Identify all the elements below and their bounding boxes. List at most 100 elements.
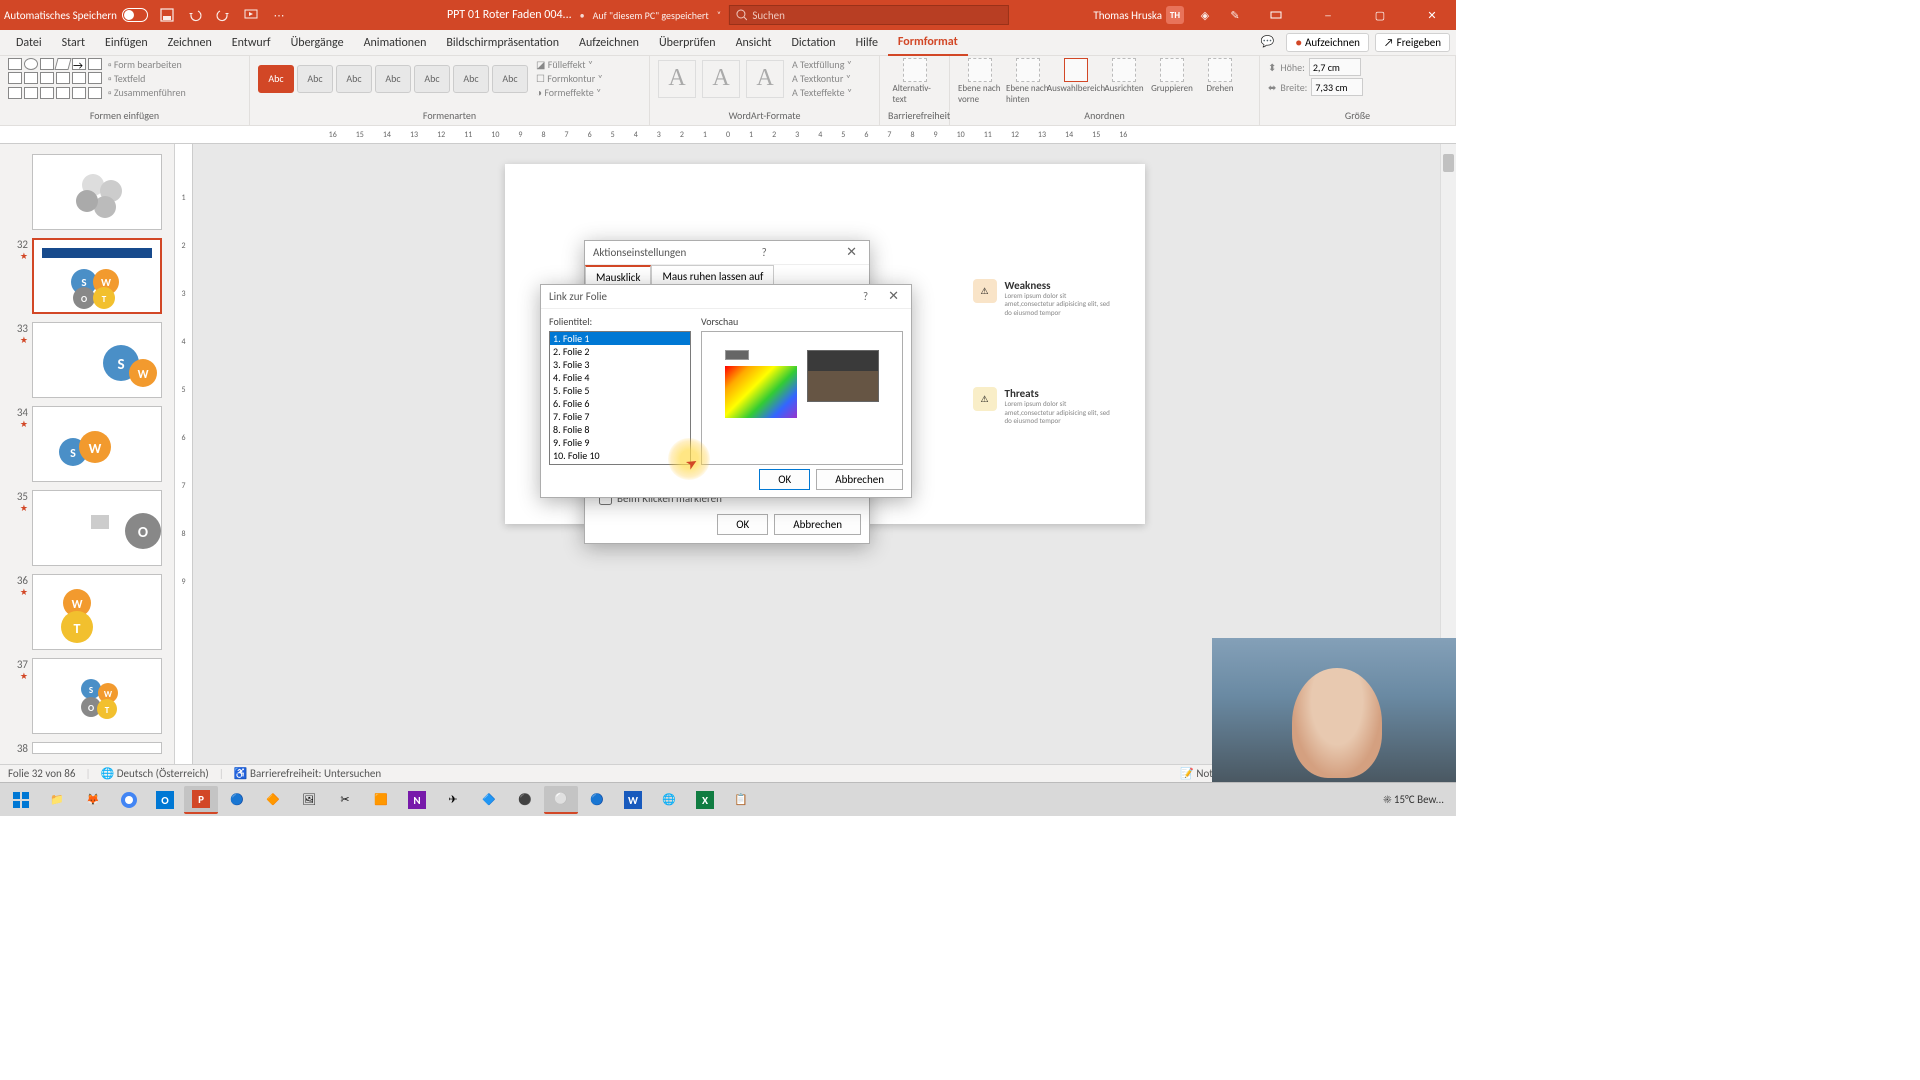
send-backward[interactable]: Ebene nach hinten	[1006, 58, 1050, 105]
onenote-icon[interactable]: N	[400, 786, 434, 814]
shapes-gallery[interactable]: →	[8, 58, 102, 99]
app-icon[interactable]: 🔵	[580, 786, 614, 814]
thumbnail-panel[interactable]: 32★SWOT 33★SW 34★SW 35★O 36★WT 37★SWOT 3…	[0, 144, 175, 764]
share-button[interactable]: ↗Freigeben	[1375, 33, 1450, 52]
thumbnail[interactable]: 37★SWOT	[0, 654, 174, 738]
accessibility-status[interactable]: ♿ Barrierefreiheit: Untersuchen	[234, 767, 381, 780]
thumbnail[interactable]: 32★SWOT	[0, 234, 174, 318]
outlook-icon[interactable]: O	[148, 786, 182, 814]
snip-icon[interactable]: ✂	[328, 786, 362, 814]
tab-entwurf[interactable]: Entwurf	[222, 30, 281, 56]
shape-fill[interactable]: ◪ Fülleffekt ˅	[536, 58, 603, 71]
tab-animationen[interactable]: Animationen	[354, 30, 437, 56]
alt-text-button[interactable]: Alternativ-text	[893, 58, 937, 105]
weather-widget[interactable]: ☀ 15°C Bew...	[1383, 793, 1444, 806]
dialog-help-icon[interactable]: ?	[857, 290, 874, 303]
word-icon[interactable]: W	[616, 786, 650, 814]
app-icon[interactable]: ⚫	[508, 786, 542, 814]
link-ok-button[interactable]: OK	[759, 469, 810, 490]
align-button[interactable]: Ausrichten	[1102, 58, 1146, 105]
thumbnail[interactable]: 34★SW	[0, 402, 174, 486]
list-item[interactable]: 11. Folie 11	[550, 462, 690, 465]
telegram-icon[interactable]: ✈	[436, 786, 470, 814]
dialog-close-icon[interactable]: ✕	[842, 245, 861, 260]
coming-soon-icon[interactable]: ◈	[1196, 6, 1214, 24]
thumbnail[interactable]: 35★O	[0, 486, 174, 570]
photos-icon[interactable]: 🖼	[292, 786, 326, 814]
height-input[interactable]	[1309, 58, 1361, 76]
list-item[interactable]: 10. Folie 10	[550, 449, 690, 462]
language-status[interactable]: 🌐 Deutsch (Österreich)	[101, 767, 209, 780]
list-item[interactable]: 8. Folie 8	[550, 423, 690, 436]
thumbnail[interactable]	[0, 150, 174, 234]
undo-icon[interactable]	[186, 6, 204, 24]
vlc-icon[interactable]: 🔶	[256, 786, 290, 814]
actions-ok-button[interactable]: OK	[717, 514, 768, 535]
tab-aufzeichnen[interactable]: Aufzeichnen	[569, 30, 649, 56]
list-item[interactable]: 7. Folie 7	[550, 410, 690, 423]
more-icon[interactable]: ⋯	[270, 6, 288, 24]
list-item[interactable]: 5. Folie 5	[550, 384, 690, 397]
tab-dictation[interactable]: Dictation	[782, 30, 846, 56]
tab-ansicht[interactable]: Ansicht	[726, 30, 782, 56]
slide-list[interactable]: 1. Folie 1 2. Folie 2 3. Folie 3 4. Foli…	[549, 331, 691, 465]
tab-hilfe[interactable]: Hilfe	[846, 30, 888, 56]
explorer-icon[interactable]: 📁	[40, 786, 74, 814]
close-icon[interactable]: ✕	[1412, 0, 1452, 30]
app-icon[interactable]: 📋	[724, 786, 758, 814]
user-account[interactable]: Thomas Hruska TH	[1093, 6, 1184, 24]
maximize-icon[interactable]: ▢	[1360, 0, 1400, 30]
powerpoint-icon[interactable]: P	[184, 786, 218, 814]
minimize-icon[interactable]: ─	[1308, 0, 1348, 30]
draw-icon[interactable]: ✎	[1226, 6, 1244, 24]
slide-position[interactable]: Folie 32 von 86	[8, 767, 75, 780]
list-item[interactable]: 1. Folie 1	[550, 332, 690, 345]
dialog-help-icon[interactable]: ?	[756, 246, 773, 259]
tab-start[interactable]: Start	[52, 30, 95, 56]
bring-forward[interactable]: Ebene nach vorne	[958, 58, 1002, 105]
firefox-icon[interactable]: 🦊	[76, 786, 110, 814]
autosave-toggle[interactable]: Automatisches Speichern	[4, 8, 148, 22]
edge-icon[interactable]: 🌐	[652, 786, 686, 814]
merge-shapes[interactable]: ▫ Zusammenführen	[108, 86, 186, 99]
ribbon-options-icon[interactable]	[1256, 0, 1296, 30]
width-input[interactable]	[1311, 78, 1363, 96]
save-icon[interactable]	[158, 6, 176, 24]
app-icon[interactable]: 🟧	[364, 786, 398, 814]
shape-effects[interactable]: ◑ Formeffekte ˅	[536, 86, 603, 99]
shape-styles-gallery[interactable]: Abc Abc Abc Abc Abc Abc Abc	[258, 65, 528, 93]
list-item[interactable]: 6. Folie 6	[550, 397, 690, 410]
text-effects[interactable]: A Texteffekte ˅	[792, 86, 852, 99]
list-item[interactable]: 9. Folie 9	[550, 436, 690, 449]
list-item[interactable]: 3. Folie 3	[550, 358, 690, 371]
group-button[interactable]: Gruppieren	[1150, 58, 1194, 105]
edit-shape[interactable]: ▫ Form bearbeiten	[108, 58, 186, 71]
slideshow-icon[interactable]	[242, 6, 260, 24]
obs-icon[interactable]: ⚪	[544, 786, 578, 814]
redo-icon[interactable]	[214, 6, 232, 24]
tab-bildschirm[interactable]: Bildschirmpräsentation	[436, 30, 569, 56]
list-item[interactable]: 2. Folie 2	[550, 345, 690, 358]
rotate-button[interactable]: Drehen	[1198, 58, 1242, 105]
textbox-button[interactable]: ▫ Textfeld	[108, 72, 186, 85]
shape-outline[interactable]: ☐ Formkontur ˅	[536, 72, 603, 85]
dialog-close-icon[interactable]: ✕	[884, 289, 903, 304]
record-button[interactable]: ●Aufzeichnen	[1286, 33, 1369, 52]
thumbnail[interactable]: 33★SW	[0, 318, 174, 402]
app-icon[interactable]: 🔵	[220, 786, 254, 814]
tab-datei[interactable]: Datei	[6, 30, 52, 56]
tab-formformat[interactable]: Formformat	[888, 30, 968, 56]
wordart-gallery[interactable]: AAA	[658, 60, 784, 98]
link-cancel-button[interactable]: Abbrechen	[816, 469, 903, 490]
tab-einfuegen[interactable]: Einfügen	[95, 30, 158, 56]
tab-zeichnen[interactable]: Zeichnen	[158, 30, 222, 56]
thumbnail[interactable]: 36★WT	[0, 570, 174, 654]
excel-icon[interactable]: X	[688, 786, 722, 814]
search-box[interactable]	[729, 5, 1009, 25]
app-icon[interactable]: 🔷	[472, 786, 506, 814]
tab-ueberpruefen[interactable]: Überprüfen	[649, 30, 726, 56]
comments-icon[interactable]: 💬	[1255, 33, 1281, 52]
search-input[interactable]	[752, 9, 1002, 22]
selection-pane[interactable]: Auswahlbereich	[1054, 58, 1098, 105]
text-outline[interactable]: A Textkontur ˅	[792, 72, 852, 85]
